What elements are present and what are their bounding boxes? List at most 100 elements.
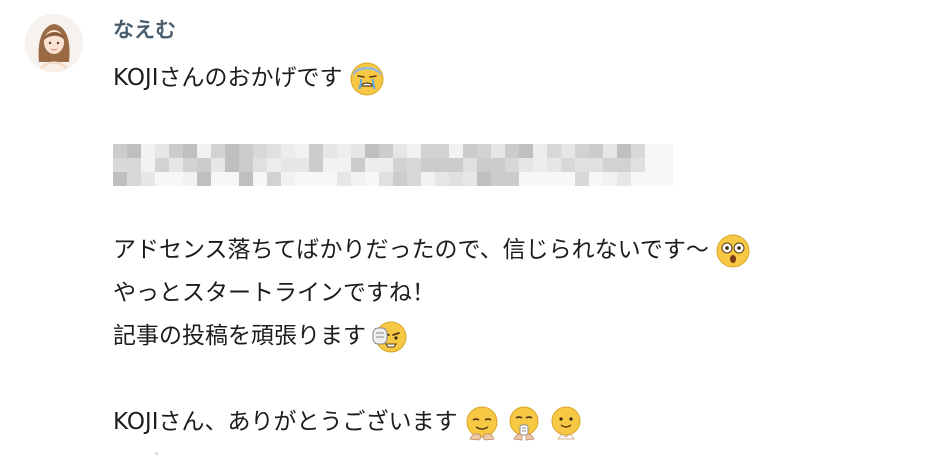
redaction-pixel — [617, 143, 631, 158]
redaction-pixel — [113, 157, 127, 172]
redaction-pixel — [127, 157, 141, 172]
redaction-pixel — [575, 157, 589, 172]
redaction-pixel — [547, 157, 561, 172]
redaction-pixel — [225, 143, 239, 158]
message-text: KOJIさん、ありがとうございます — [113, 409, 458, 435]
message-text: アドセンス落ちてばかりだったので、信じられないです〜 — [113, 237, 709, 263]
redaction-pixel — [211, 157, 225, 172]
avatar[interactable] — [25, 14, 83, 72]
bowing-face-emoji — [464, 405, 500, 441]
redaction-pixel — [393, 171, 407, 186]
redaction-pixel — [239, 171, 253, 186]
redaction-pixel — [379, 157, 393, 172]
redaction-pixel — [127, 171, 141, 186]
surprised-face-emoji — [715, 233, 751, 269]
redaction-pixel — [463, 157, 477, 172]
message-line: KOJIさんのおかげです — [113, 57, 933, 100]
redaction-pixel — [113, 143, 127, 158]
redaction-pixel — [603, 171, 617, 186]
redaction-pixel — [323, 157, 337, 172]
redaction-pixel — [309, 171, 323, 186]
redaction-pixel — [295, 157, 309, 172]
redaction-pixel — [645, 157, 659, 172]
redaction-pixel — [477, 143, 491, 158]
redaction-pixel — [379, 171, 393, 186]
message-line: アドセンス落ちてばかりだったので、信じられないです〜 — [113, 229, 933, 272]
redaction-pixel — [113, 171, 127, 186]
redacted-text — [113, 143, 933, 186]
redaction-pixel — [323, 143, 337, 158]
redaction-pixel — [127, 143, 141, 158]
redaction-pixel — [225, 171, 239, 186]
redaction-pixel — [659, 157, 673, 172]
redaction-pixel — [561, 143, 575, 158]
redaction-pixel — [617, 157, 631, 172]
redaction-pixel — [407, 171, 421, 186]
redaction-pixel — [155, 157, 169, 172]
redaction-pixel — [589, 171, 603, 186]
message-text: 記事の投稿を頑張ります — [113, 323, 366, 349]
redaction-pixel — [337, 157, 351, 172]
redaction-pixel — [477, 157, 491, 172]
redaction-pixel — [435, 143, 449, 158]
redaction-pixel — [239, 157, 253, 172]
redaction-pixel — [561, 171, 575, 186]
redaction-pixel — [519, 157, 533, 172]
redaction-pixel — [463, 143, 477, 158]
redaction-pixel — [239, 143, 253, 158]
redaction-pixel — [547, 171, 561, 186]
redaction-pixel — [141, 143, 155, 158]
redaction-pixel — [589, 157, 603, 172]
redaction-pixel — [449, 143, 463, 158]
redaction-pixel — [169, 157, 183, 172]
redaction-pixel — [183, 157, 197, 172]
redaction-pixel — [253, 157, 267, 172]
redaction-pixel — [183, 171, 197, 186]
redaction-pixel — [421, 157, 435, 172]
redaction-pixel — [197, 157, 211, 172]
redaction-pixel — [603, 143, 617, 158]
redaction-pixel — [267, 171, 281, 186]
redaction-pixel — [631, 143, 645, 158]
redaction-pixel — [351, 171, 365, 186]
redaction-pixel — [281, 171, 295, 186]
redaction-pixel — [631, 157, 645, 172]
redaction-pixel — [169, 171, 183, 186]
redaction-pixel — [211, 143, 225, 158]
redaction-pixel — [351, 157, 365, 172]
redaction-pixel — [645, 143, 659, 158]
redaction-pixel — [617, 171, 631, 186]
divider-dot — [155, 452, 158, 455]
redaction-pixel — [631, 171, 645, 186]
redaction-pixel — [575, 171, 589, 186]
redaction-pixel — [435, 157, 449, 172]
redaction-pixel — [169, 143, 183, 158]
message-text: やっとスタートラインですね！ — [113, 280, 435, 306]
redaction-pixel — [309, 143, 323, 158]
redaction-pixel — [267, 157, 281, 172]
sender-name[interactable]: なえむ — [113, 16, 176, 44]
redaction-pixel — [393, 143, 407, 158]
message-text: KOJIさんのおかげです — [113, 65, 343, 91]
redaction-pixel — [267, 143, 281, 158]
redaction-pixel — [435, 171, 449, 186]
redaction-pixel — [421, 143, 435, 158]
redaction-pixel — [505, 157, 519, 172]
redaction-pixel — [393, 157, 407, 172]
redaction-pixel — [365, 143, 379, 158]
redaction-pixel — [547, 143, 561, 158]
determined-face-emoji — [372, 319, 408, 355]
redaction-pixel — [463, 171, 477, 186]
redaction-pixel — [295, 171, 309, 186]
redaction-pixel — [519, 171, 533, 186]
redaction-pixel — [505, 143, 519, 158]
redaction-pixel — [141, 171, 155, 186]
redaction-pixel — [533, 143, 547, 158]
grateful-face-emoji — [506, 405, 542, 441]
redaction-pixel — [407, 143, 421, 158]
redaction-pixel — [505, 171, 519, 186]
redaction-pixel — [225, 157, 239, 172]
redaction-pixel — [659, 171, 673, 186]
redaction-pixel — [281, 143, 295, 158]
